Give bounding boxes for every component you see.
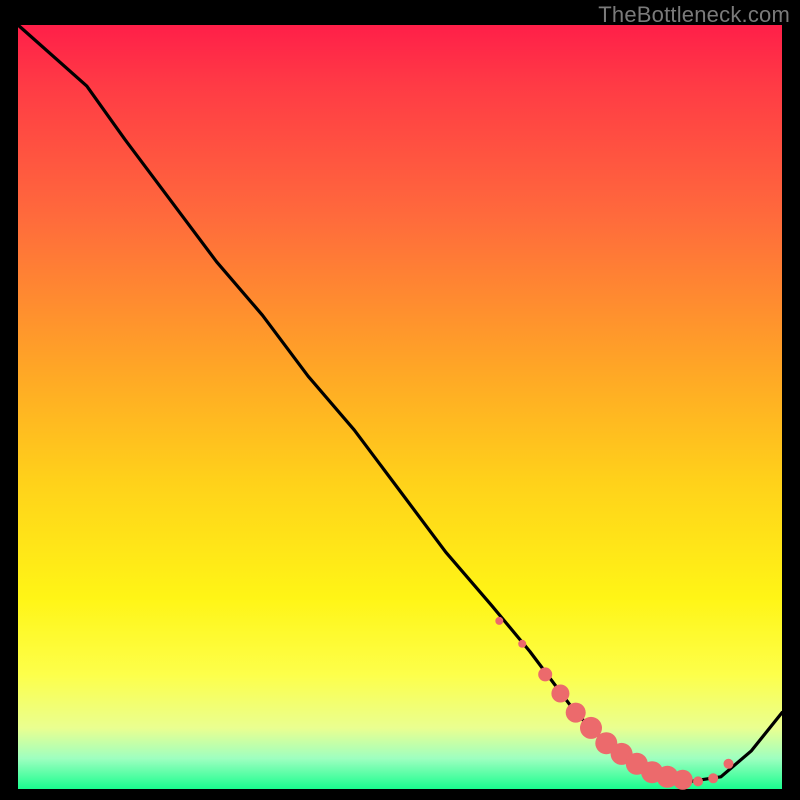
chart-frame: TheBottleneck.com xyxy=(0,0,800,800)
plot-area xyxy=(18,25,782,789)
curve-marker xyxy=(724,759,734,769)
curve-marker xyxy=(693,776,703,786)
bottleneck-curve xyxy=(18,25,782,781)
curve-marker xyxy=(566,703,586,723)
curve-marker xyxy=(538,667,552,681)
curve-marker xyxy=(518,640,526,648)
curve-marker xyxy=(495,617,503,625)
curve-svg xyxy=(18,25,782,789)
curve-marker xyxy=(708,773,718,783)
curve-markers xyxy=(495,617,733,790)
curve-marker xyxy=(551,685,569,703)
curve-marker xyxy=(673,770,693,790)
